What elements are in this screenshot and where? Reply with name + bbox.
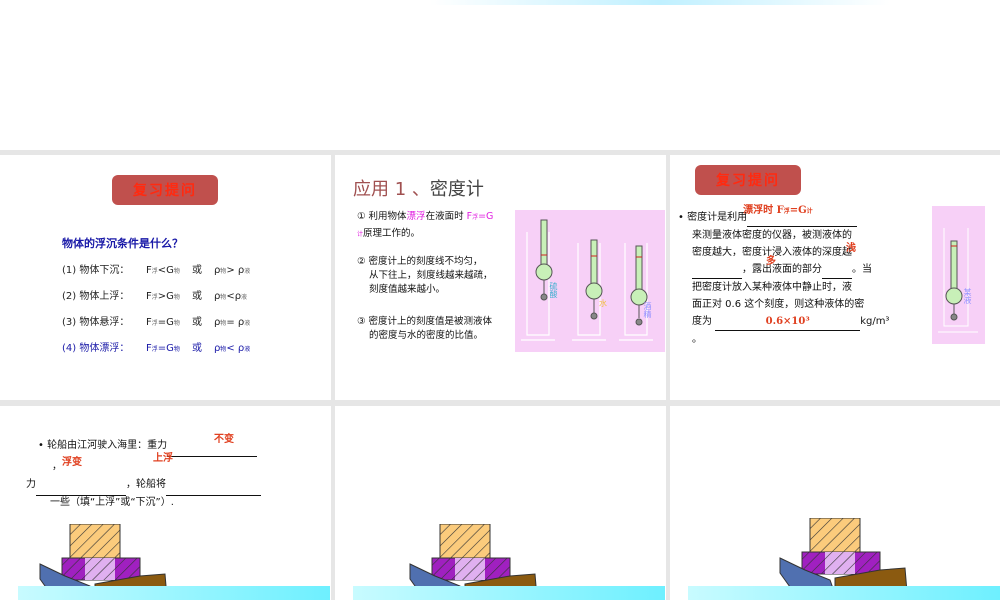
answer-float-up: 上浮 — [153, 453, 173, 464]
op: <ρ — [226, 291, 242, 302]
blank-4: 0.6×10³ — [715, 313, 861, 331]
line: 度为 — [692, 316, 712, 327]
answer-buoyancy: 浮变 — [62, 457, 82, 468]
text: 在液面时 — [425, 211, 464, 222]
slide-1-thumbnail[interactable]: 复习提问 物体的浮沉条件是什么？ (1) 物体下沉： F浮<G物或 ρ物> ρ液 (2… — [0, 155, 331, 400]
slide-4-thumbnail[interactable]: • 轮船由江河驶入海里：重力 不变 ，浮变 上浮 力 ，轮船将 一些（填“上浮”或… — [0, 406, 331, 600]
sub: 液 — [244, 268, 251, 275]
line: 一些（填“上浮”或“下沉”）. — [50, 497, 174, 508]
text: ① 利用物体 — [357, 211, 407, 222]
or: 或 — [191, 291, 202, 302]
blank-2 — [692, 261, 742, 279]
slide-6-thumbnail[interactable] — [670, 406, 1000, 600]
answer-more: 多 — [766, 256, 776, 267]
bullet: • — [38, 440, 44, 451]
condition-row: (4) 物体漂浮： F浮=G物或 ρ物< ρ液 — [62, 339, 250, 354]
point-2: ② 密度计上的刻度线不均匀， 从下往上，刻度线越来越疏， 刻度值越来越小。 — [357, 255, 493, 297]
title-main: 密度计 — [429, 179, 484, 200]
or: 或 — [191, 265, 202, 276]
liquid-label-water: 水 — [599, 299, 607, 308]
op: =G — [157, 317, 174, 328]
line: 刻度值越来越小。 — [369, 284, 446, 295]
op: =G — [157, 343, 174, 354]
line: 的密度与水的密度的比值。 — [369, 330, 484, 341]
line: 来测量液体密度的仪器，被测液体的 — [692, 230, 852, 241]
line: 。 — [692, 334, 702, 345]
review-badge: 复习提问 — [112, 175, 218, 205]
formula: F浮=G — [467, 211, 494, 222]
ship-question: • 轮船由江河驶入海里：重力 不变 ，浮变 上浮 力 ，轮船将 一些（填“上浮”或… — [26, 434, 261, 510]
line: ，轮船将 — [126, 479, 166, 490]
water-strip — [688, 586, 1000, 600]
highlight-float: 漂浮 — [406, 211, 426, 222]
sub: 液 — [244, 346, 251, 353]
condition-row: (1) 物体下沉： F浮<G物或 ρ物> ρ液 — [62, 261, 250, 276]
blank-3 — [822, 261, 852, 279]
line: 从下往上，刻度线越来越疏， — [369, 270, 493, 281]
row-label: (1) 物体下沉： — [62, 265, 130, 276]
g: =G — [478, 211, 494, 222]
slide-title: 应用 1 、密度计 — [353, 175, 484, 201]
water-strip — [353, 586, 665, 600]
line: 。当 — [852, 264, 872, 275]
answer-unchanged: 不变 — [214, 434, 234, 445]
line: ③ 密度计上的刻度值是被测液体 — [357, 316, 493, 327]
answer-shallow: 浅 — [846, 243, 856, 254]
top-glow — [430, 0, 890, 5]
or: 或 — [191, 317, 202, 328]
line: 面正对 0.6 这个刻度，则这种液体的密 — [692, 299, 865, 310]
op: <G — [157, 265, 174, 276]
bullet: • — [678, 212, 684, 223]
hydrometer-illustration: 硫酸 水 酒精 — [515, 210, 665, 352]
line: ，露出液面的部分 — [742, 264, 822, 275]
sub: 计 — [806, 208, 813, 215]
op: = ρ — [226, 317, 245, 328]
line: 把密度计放入某种液体中静止时，液 — [692, 282, 852, 293]
line: ② 密度计上的刻度线不均匀， — [357, 256, 483, 267]
op: < ρ — [226, 343, 245, 354]
point-1: ① 利用物体漂浮在液面时 F浮=G 计原理工作的。 — [357, 209, 493, 243]
slide-3-thumbnail[interactable]: 复习提问 • 密度计是利用 漂浮时 F浮=G计 来测量液体密度的仪器，被测液体的 … — [670, 155, 1000, 400]
liquid-label-alcohol: 酒精 — [643, 302, 652, 318]
sub: 液 — [244, 320, 251, 327]
line: ， — [52, 461, 62, 472]
sub: 液 — [241, 294, 248, 301]
row-label: (2) 物体上浮： — [62, 291, 130, 302]
line: 轮船由江河驶入海里：重力 — [47, 440, 168, 451]
blank-2 — [36, 475, 126, 496]
blank-3 — [166, 475, 261, 496]
answer: 漂浮时 F — [743, 205, 784, 216]
condition-row: (3) 物体悬浮： F浮=G物或 ρ物= ρ液 — [62, 313, 250, 328]
top-blank-area — [0, 0, 1000, 150]
slide-2-thumbnail[interactable]: 应用 1 、密度计 ① 利用物体漂浮在液面时 F浮=G 计原理工作的。 ② 密度… — [335, 155, 666, 400]
liquid-label: 某液 — [963, 288, 972, 304]
blank-1 — [167, 436, 258, 457]
line: 密度计是利用 — [687, 212, 748, 223]
text: 原理工作的。 — [363, 228, 421, 239]
or: 或 — [191, 343, 202, 354]
answer-density: 0.6×10³ — [765, 316, 810, 327]
slide-5-thumbnail[interactable] — [335, 406, 666, 600]
liquid-label-sulfuric-acid: 硫酸 — [549, 282, 558, 298]
blank-1: 漂浮时 F浮=G计 — [743, 205, 858, 227]
hydrometer — [535, 219, 648, 326]
hydrometers-svg — [521, 219, 653, 341]
hydrometer-question: • 密度计是利用 漂浮时 F浮=G计 来测量液体密度的仪器，被测液体的 密度越大，… — [678, 205, 890, 348]
answer: =G — [789, 205, 807, 216]
line: 力 — [26, 479, 36, 490]
title-prefix: 应用 1 、 — [353, 179, 430, 200]
boat-svg — [779, 517, 908, 595]
water-strip — [18, 586, 330, 600]
op: >G — [157, 291, 174, 302]
unit: kg/m³ — [860, 316, 890, 327]
review-badge: 复习提问 — [695, 165, 801, 195]
condition-row: (2) 物体上浮： F浮>G物或 ρ物<ρ液 — [62, 287, 247, 302]
op: > ρ — [226, 265, 245, 276]
question-heading: 物体的浮沉条件是什么？ — [62, 237, 183, 250]
row-label: (4) 物体漂浮： — [62, 343, 130, 354]
hydrometer-illustration: 某液 — [932, 206, 985, 344]
row-label: (3) 物体悬浮： — [62, 317, 130, 328]
hydrometer-svg — [938, 228, 978, 333]
point-3: ③ 密度计上的刻度值是被测液体 的密度与水的密度的比值。 — [357, 315, 492, 343]
